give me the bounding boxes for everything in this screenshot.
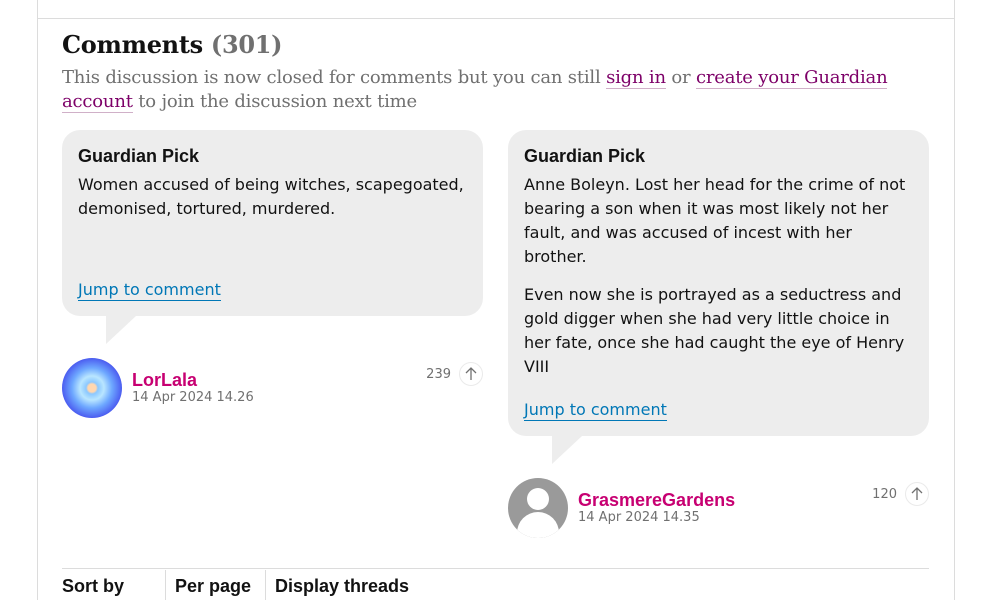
divider: [62, 568, 929, 569]
comments-heading: Comments (301): [62, 30, 283, 59]
comment-timestamp[interactable]: 14 Apr 2024 14.26: [132, 390, 426, 406]
discussion-closed-notice: This discussion is now closed for commen…: [62, 66, 932, 114]
recommend-votes: 120: [872, 482, 929, 506]
author-info: GrasmereGardens 14 Apr 2024 14.35: [578, 490, 872, 526]
vote-count: 120: [872, 486, 897, 502]
author-name[interactable]: LorLala: [132, 370, 426, 390]
sort-by-control[interactable]: Sort by: [62, 570, 165, 600]
comment-timestamp[interactable]: 14 Apr 2024 14.35: [578, 510, 872, 526]
author-name[interactable]: GrasmereGardens: [578, 490, 872, 510]
arrow-up-icon[interactable]: [905, 482, 929, 506]
comments-count: (301): [210, 30, 283, 59]
guardian-pick-card: Guardian Pick Anne Boleyn. Lost her head…: [508, 130, 929, 464]
pick-comment-text: Women accused of being witches, scapegoa…: [78, 175, 464, 218]
recommend-votes: 239: [426, 362, 483, 386]
arrow-up-icon[interactable]: [459, 362, 483, 386]
per-page-control[interactable]: Per page: [165, 570, 265, 600]
author-info: LorLala 14 Apr 2024 14.26: [132, 370, 426, 406]
avatar[interactable]: [62, 358, 122, 418]
notice-prefix: This discussion is now closed for commen…: [62, 67, 607, 88]
notice-or: or: [665, 67, 696, 88]
pick-comment-text: Even now she is portrayed as a seductres…: [524, 285, 905, 376]
notice-suffix: to join the discussion next time: [132, 91, 417, 112]
comments-title: Comments: [62, 30, 203, 59]
comment-controls: Sort by Per page Display threads: [62, 570, 425, 600]
pick-comment-text: Anne Boleyn. Lost her head for the crime…: [524, 175, 906, 266]
guardian-pick-label: Guardian Pick: [78, 146, 200, 166]
sign-in-link[interactable]: sign in: [606, 67, 666, 89]
jump-to-comment-link[interactable]: Jump to comment: [524, 400, 667, 421]
speech-bubble-tail: [106, 316, 136, 344]
jump-to-comment-link[interactable]: Jump to comment: [78, 280, 221, 301]
pick-author: LorLala 14 Apr 2024 14.26 239: [62, 358, 483, 418]
guardian-pick-label: Guardian Pick: [524, 146, 646, 166]
pick-author: GrasmereGardens 14 Apr 2024 14.35 120: [508, 478, 929, 538]
default-avatar-icon[interactable]: [508, 478, 568, 538]
display-threads-control[interactable]: Display threads: [265, 570, 425, 600]
guardian-pick-card: Guardian Pick Women accused of being wit…: [62, 130, 483, 344]
speech-bubble-tail: [552, 436, 582, 464]
divider: [37, 18, 955, 19]
vote-count: 239: [426, 366, 451, 382]
